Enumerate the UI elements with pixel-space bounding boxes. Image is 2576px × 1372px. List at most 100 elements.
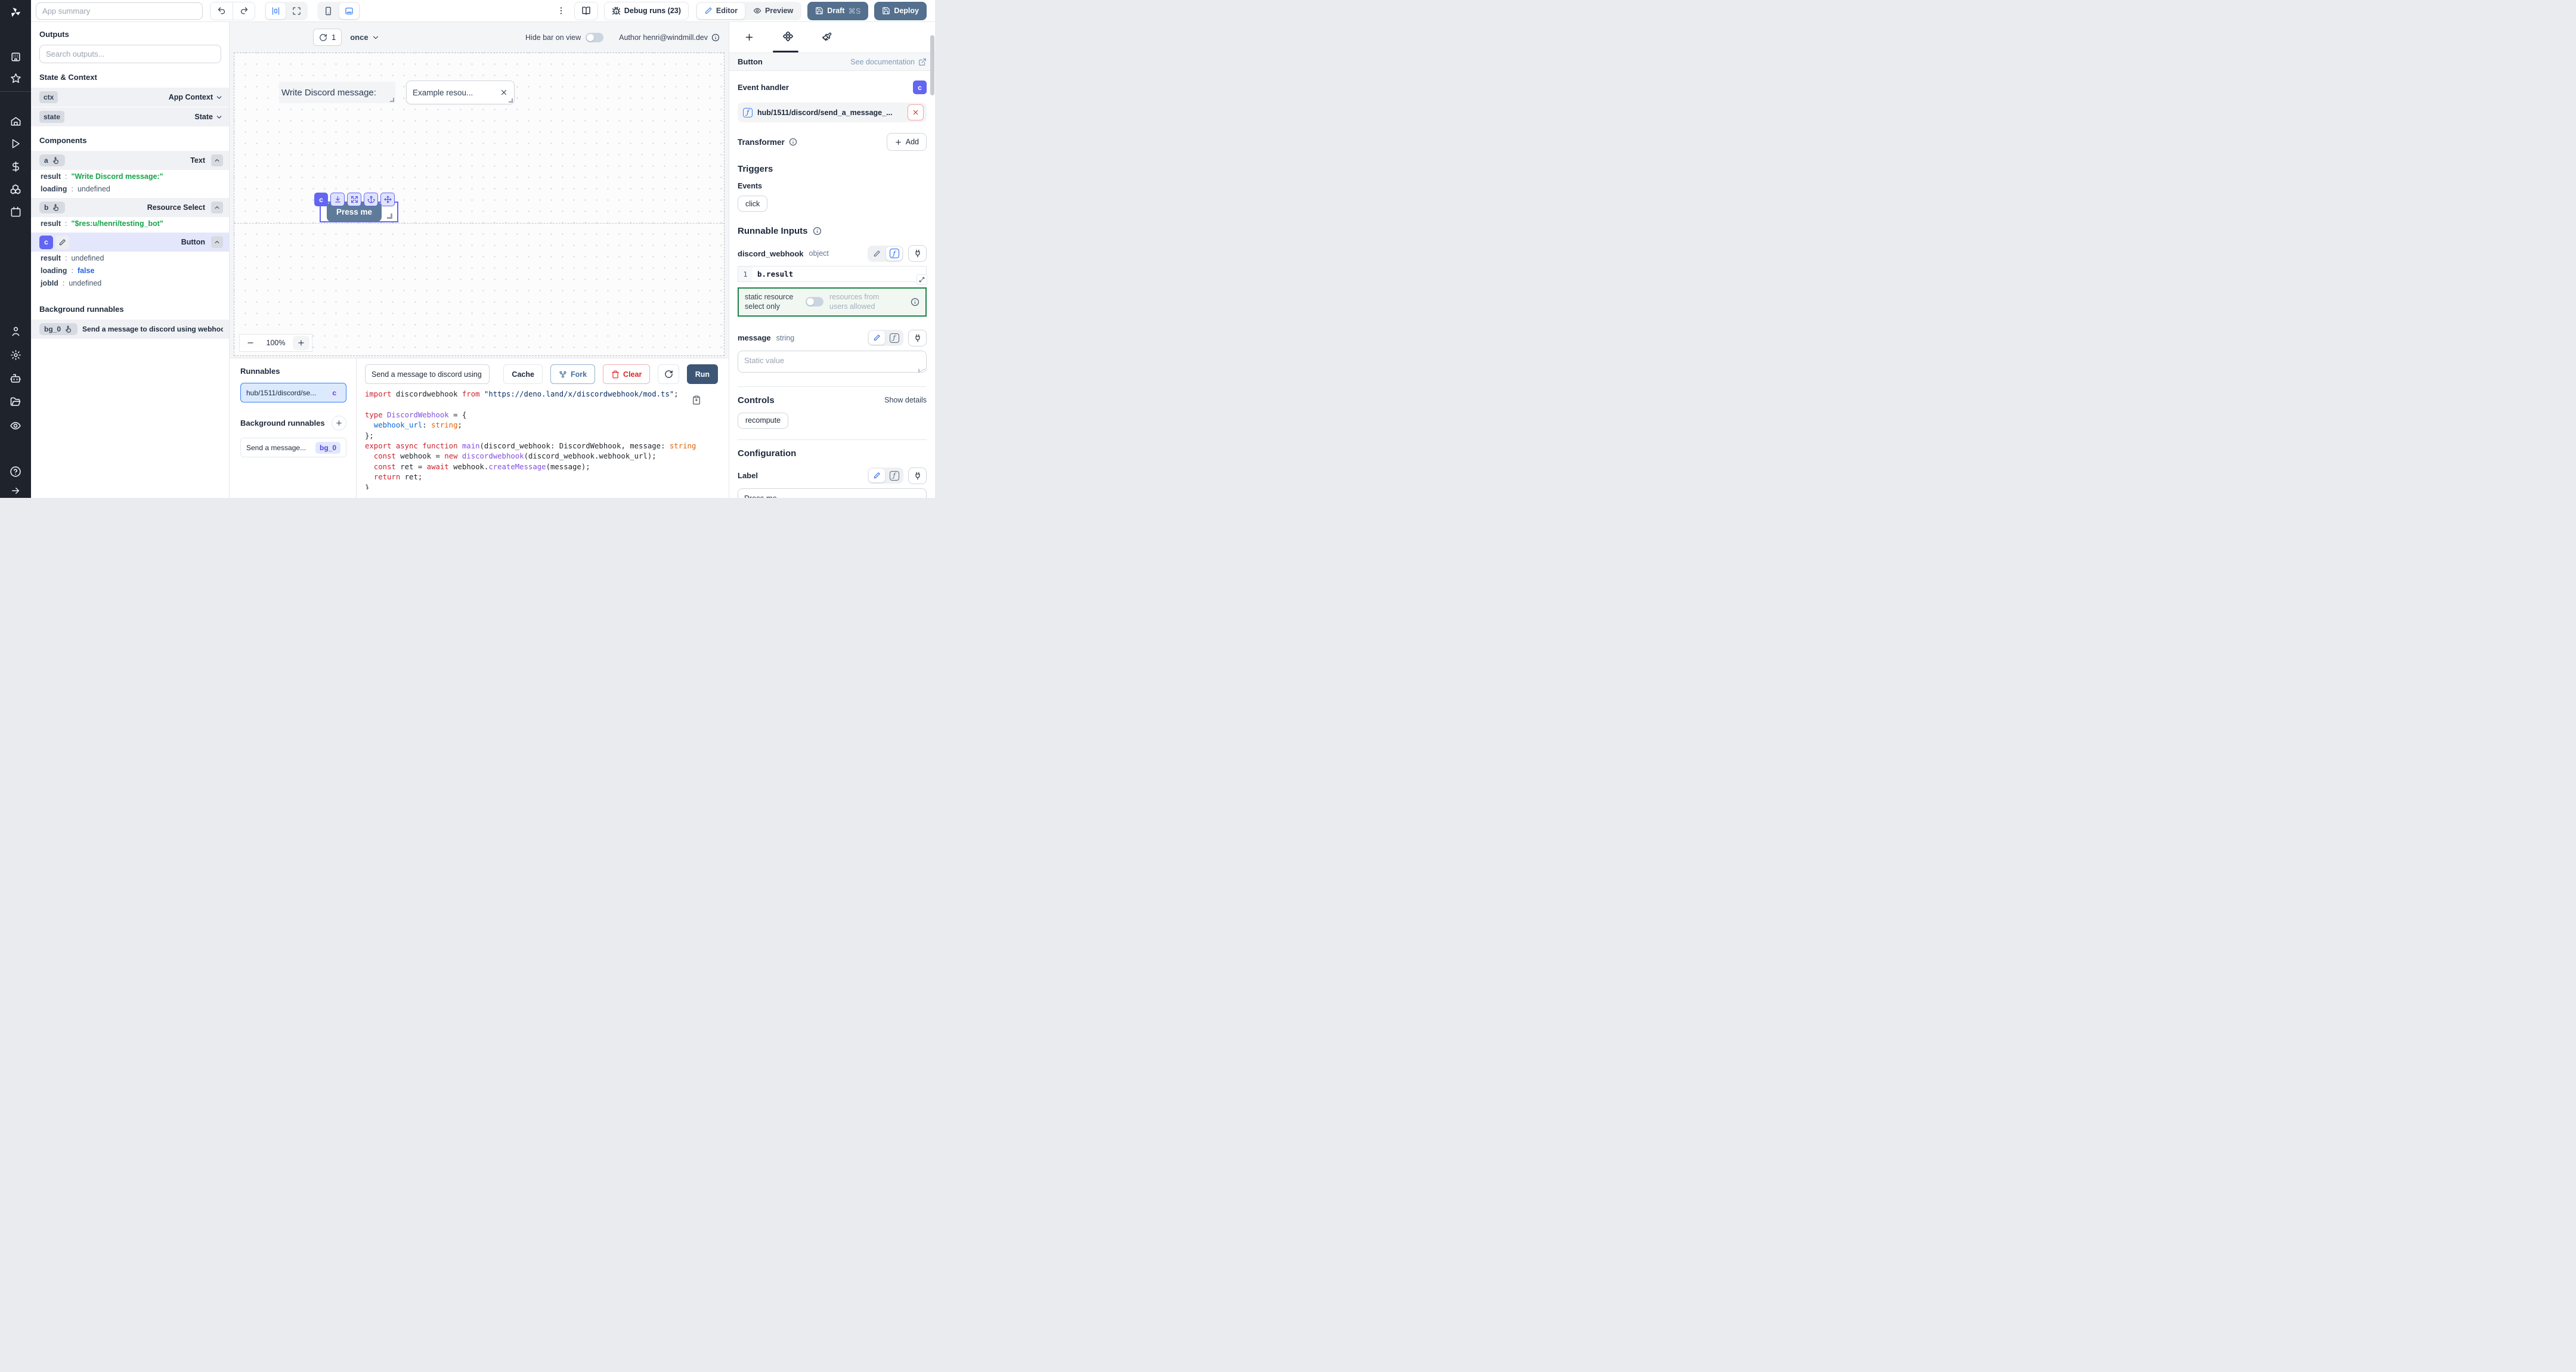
app-summary-input[interactable] — [36, 2, 203, 20]
zoom-out-button[interactable] — [242, 336, 259, 350]
schedules-calendar-icon[interactable] — [0, 203, 31, 221]
fork-button[interactable]: Fork — [550, 364, 595, 384]
info-icon[interactable] — [813, 227, 822, 236]
audit-eye-icon[interactable] — [0, 417, 31, 435]
user-icon[interactable] — [0, 322, 31, 340]
cache-button[interactable]: Cache — [503, 364, 543, 384]
workspace-icon[interactable] — [0, 48, 31, 66]
variables-dollar-icon[interactable] — [0, 157, 31, 175]
expand-editor-button[interactable] — [917, 274, 927, 285]
resize-handle[interactable] — [387, 213, 392, 219]
expand-down-button[interactable] — [330, 193, 345, 206]
home-icon[interactable] — [0, 112, 31, 130]
panel-scrollbar[interactable] — [930, 35, 934, 95]
move-component-button[interactable] — [380, 193, 395, 206]
connect-plug-button[interactable] — [908, 245, 927, 262]
event-chip-click[interactable]: click — [738, 196, 767, 212]
fullscreen-component-button[interactable] — [347, 193, 361, 206]
script-name-input[interactable] — [365, 364, 490, 384]
search-outputs-input[interactable] — [39, 45, 221, 63]
anchor-component-button[interactable] — [364, 193, 378, 206]
component-row-c-selected[interactable]: c Button — [31, 233, 229, 252]
desktop-view-button[interactable] — [339, 3, 359, 19]
hide-bar-toggle[interactable] — [586, 33, 603, 42]
label-value-input[interactable]: Press me — [738, 488, 927, 498]
center-align-button[interactable] — [266, 3, 286, 19]
connect-plug-button[interactable] — [908, 330, 927, 346]
resources-boxes-icon[interactable] — [0, 181, 31, 199]
windmill-logo-icon[interactable] — [0, 4, 31, 22]
favorites-star-icon[interactable] — [0, 69, 31, 87]
component-row-b[interactable]: b Resource Select — [31, 198, 229, 217]
deploy-button[interactable]: Deploy — [874, 2, 927, 20]
collapse-a-button[interactable] — [211, 154, 223, 166]
see-documentation-link[interactable]: See documentation — [850, 58, 927, 66]
message-static-value-input[interactable] — [738, 351, 927, 373]
resize-handle[interactable] — [390, 98, 394, 102]
canvas-resource-select-component[interactable]: Example resou... — [406, 80, 515, 104]
tab-insert-component[interactable] — [744, 32, 754, 43]
fullwidth-button[interactable] — [287, 3, 306, 19]
debug-runs-button[interactable]: Debug runs (23) — [604, 2, 689, 20]
zoom-in-button[interactable] — [293, 336, 309, 350]
fork-label: Fork — [571, 370, 587, 379]
static-mode-pencil-button[interactable] — [869, 469, 885, 482]
connected-mode-function-button[interactable]: ƒ — [886, 247, 902, 261]
add-background-runnable-button[interactable] — [332, 416, 346, 431]
info-icon[interactable] — [911, 298, 919, 306]
collapse-c-button[interactable] — [211, 236, 223, 248]
clear-button[interactable]: Clear — [603, 364, 650, 384]
add-transformer-button[interactable]: Add — [887, 133, 927, 151]
connection-expression[interactable]: 1 b.result — [738, 266, 927, 282]
chevron-down-icon[interactable] — [215, 94, 223, 101]
tab-preview[interactable]: Preview — [746, 3, 800, 19]
collapse-arrow-icon[interactable] — [0, 482, 31, 498]
show-details-link[interactable]: Show details — [884, 396, 927, 404]
runnable-picker[interactable]: ƒ hub/1511/discord/send_a_message_... — [738, 103, 927, 122]
tab-editor[interactable]: Editor — [697, 3, 745, 19]
a-result-row: result:"Write Discord message:" — [31, 170, 229, 182]
connected-mode-function-button[interactable]: ƒ — [886, 331, 902, 345]
redo-button[interactable] — [233, 2, 255, 20]
clear-x-icon[interactable] — [500, 88, 508, 97]
collapse-b-button[interactable] — [211, 202, 223, 213]
run-button[interactable]: Run — [687, 364, 718, 384]
docs-book-button[interactable] — [574, 2, 598, 20]
draft-button[interactable]: Draft ⌘S — [807, 2, 868, 20]
output-row-ctx[interactable]: ctx App Context — [31, 88, 229, 107]
canvas-text-component[interactable]: Write Discord message: — [279, 82, 395, 103]
chevron-down-icon[interactable] — [215, 113, 223, 121]
background-runnable-row[interactable]: bg_0 Send a message to discord using web… — [31, 320, 229, 339]
resource-mode-toggle[interactable] — [806, 297, 823, 306]
static-mode-pencil-button[interactable] — [869, 331, 885, 345]
reload-script-button[interactable] — [658, 364, 679, 384]
refresh-count-box[interactable]: 1 — [313, 29, 342, 46]
app-canvas[interactable]: Write Discord message: Example resou... … — [234, 52, 724, 356]
code-editor[interactable]: import discordwebhook from "https://deno… — [365, 389, 729, 490]
recompute-chip[interactable]: recompute — [738, 413, 788, 429]
tab-styling[interactable] — [821, 32, 832, 43]
component-row-a[interactable]: a Text — [31, 151, 229, 170]
output-row-state[interactable]: state State — [31, 107, 229, 126]
resize-handle[interactable] — [509, 98, 513, 103]
connect-plug-button[interactable] — [908, 467, 927, 484]
edit-pencil-icon[interactable] — [55, 236, 69, 249]
settings-gear-icon[interactable] — [0, 346, 31, 364]
undo-button[interactable] — [210, 2, 233, 20]
schedule-select[interactable]: once — [350, 33, 379, 42]
info-icon[interactable] — [711, 33, 720, 42]
folders-icon[interactable] — [0, 393, 31, 411]
connected-mode-function-button[interactable]: ƒ — [886, 469, 902, 482]
remove-runnable-button[interactable] — [908, 104, 924, 120]
workers-robot-icon[interactable] — [0, 370, 31, 388]
more-menu-button[interactable] — [554, 2, 568, 20]
runs-play-icon[interactable] — [0, 135, 31, 153]
mobile-view-button[interactable] — [318, 3, 338, 19]
static-mode-pencil-button[interactable] — [869, 247, 885, 261]
tab-component-settings[interactable] — [782, 32, 793, 43]
help-icon[interactable] — [0, 463, 31, 481]
runnable-item-selected[interactable]: hub/1511/discord/se... c — [240, 383, 346, 402]
info-icon[interactable] — [789, 138, 797, 146]
copy-code-button[interactable] — [692, 395, 701, 405]
runnable-item-bg0[interactable]: Send a message... bg_0 — [240, 438, 346, 457]
